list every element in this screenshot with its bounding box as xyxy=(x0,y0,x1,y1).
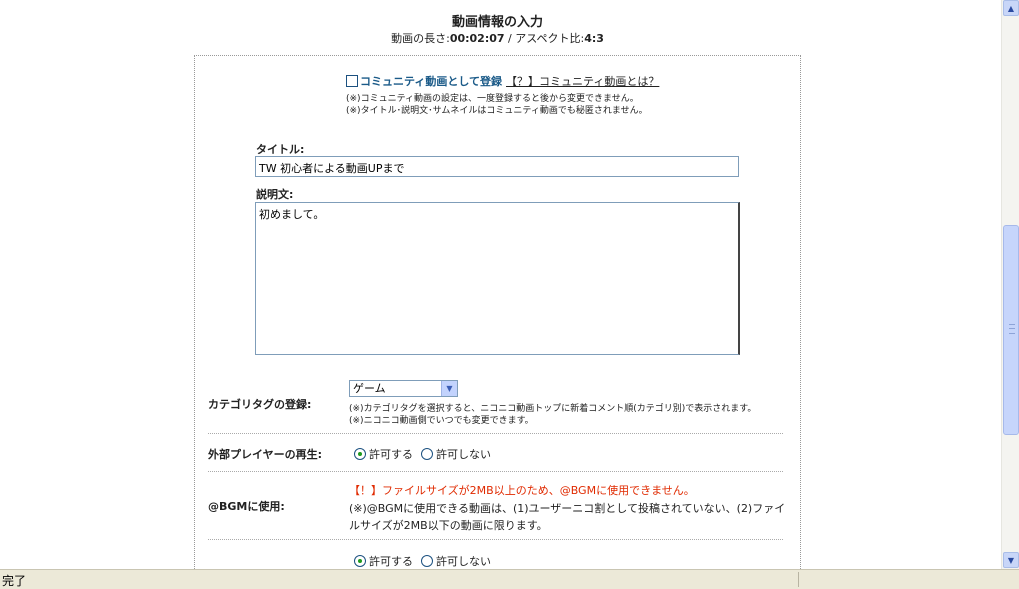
bgm-note: ルサイズが2MB以下の動画に限ります。 xyxy=(349,519,548,532)
external-player-label: 外部プレイヤーの再生: xyxy=(208,448,323,461)
vertical-scrollbar[interactable]: ▲ ▼ xyxy=(1001,0,1019,569)
bottom-option-allow-radio[interactable] xyxy=(354,555,366,567)
aspect-ratio-label: アスペクト比: xyxy=(515,32,585,45)
bottom-option-deny-label[interactable]: 許可しない xyxy=(436,553,491,569)
status-bar: 完了 xyxy=(0,569,1019,589)
video-length-value: 00:02:07 xyxy=(449,32,505,45)
browser-viewport: 動画情報の入力 動画の長さ:00:02:07 / アスペクト比:4:3 コミュニ… xyxy=(0,0,1001,569)
external-player-allow-label[interactable]: 許可する xyxy=(369,446,413,462)
bottom-option-deny-radio[interactable] xyxy=(421,555,433,567)
page-title: 動画情報の入力 xyxy=(451,15,543,30)
grip-icon xyxy=(1009,324,1015,334)
category-select[interactable]: ゲーム ▼ xyxy=(349,380,458,397)
scroll-up-icon[interactable]: ▲ xyxy=(1003,0,1019,16)
meta-separator: / xyxy=(504,32,516,45)
bottom-option-allow-label[interactable]: 許可する xyxy=(369,553,413,569)
description-textarea[interactable]: 初めまして。 xyxy=(255,202,740,355)
external-player-deny-label[interactable]: 許可しない xyxy=(436,446,491,462)
community-help-link[interactable]: 【？】コミュニティ動画とは？ xyxy=(506,73,659,89)
chevron-down-icon[interactable]: ▼ xyxy=(441,381,457,396)
bottom-option-radio-group: 許可する 許可しない xyxy=(354,553,499,569)
description-label: 説明文: xyxy=(256,188,294,201)
category-label: カテゴリタグの登録: xyxy=(208,398,312,411)
row-divider xyxy=(208,539,783,540)
bgm-note: (※)@BGMに使用できる動画は、(1)ユーザーニコ割として投稿されていない、(… xyxy=(349,502,786,515)
aspect-ratio-value: 4:3 xyxy=(584,32,604,45)
status-text: 完了 xyxy=(2,574,27,588)
community-note: (※)タイトル･説明文･サムネイルはコミュニティ動画でも秘匿されません。 xyxy=(346,106,648,116)
row-divider xyxy=(208,471,783,472)
category-selected-value: ゲーム xyxy=(353,382,386,395)
status-divider xyxy=(798,572,799,587)
scrollbar-thumb[interactable] xyxy=(1003,225,1019,435)
bgm-warning: 【！】ファイルサイズが2MB以上のため、@BGMに使用できません。 xyxy=(349,484,695,497)
row-divider xyxy=(208,433,783,434)
external-player-deny-radio[interactable] xyxy=(421,448,433,460)
bgm-label: @BGMに使用: xyxy=(208,500,285,513)
community-checkbox[interactable] xyxy=(346,75,358,87)
external-player-allow-radio[interactable] xyxy=(354,448,366,460)
community-checkbox-label[interactable]: コミュニティ動画として登録 xyxy=(360,73,502,89)
category-note: (※)ニコニコ動画側でいつでも変更できます。 xyxy=(349,416,534,426)
video-meta: 動画の長さ:00:02:07 / アスペクト比:4:3 xyxy=(0,30,995,46)
scroll-down-icon[interactable]: ▼ xyxy=(1003,552,1019,568)
community-option: コミュニティ動画として登録 【？】コミュニティ動画とは？ xyxy=(346,73,659,89)
title-input[interactable]: TW 初心者による動画UPまで xyxy=(255,156,739,177)
external-player-radio-group: 許可する 許可しない xyxy=(354,446,499,462)
title-label: タイトル: xyxy=(256,143,305,156)
video-length-label: 動画の長さ: xyxy=(391,32,450,45)
